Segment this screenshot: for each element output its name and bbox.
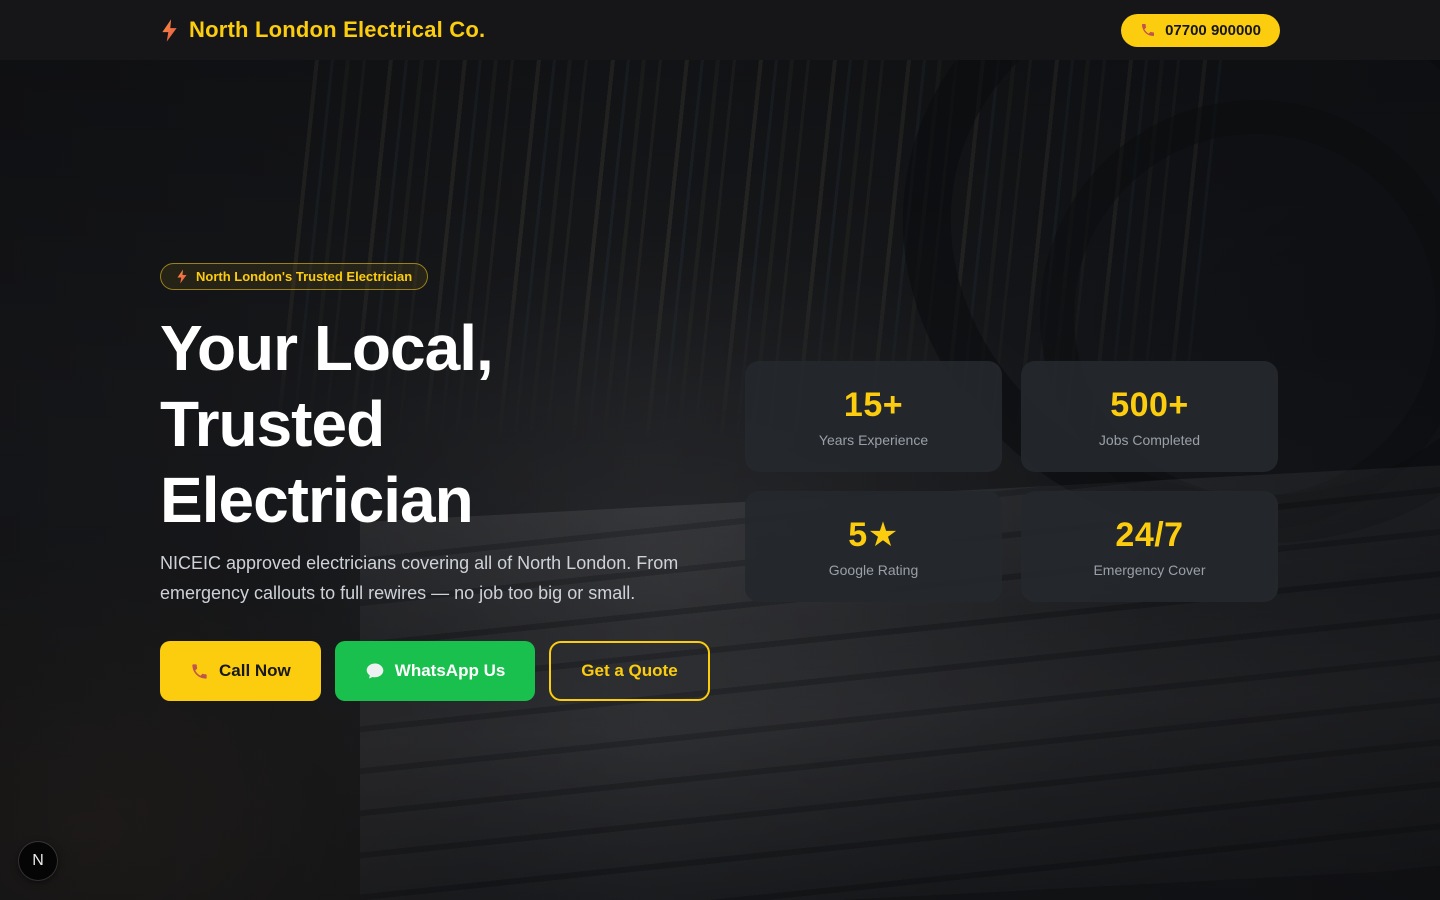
- stat-card-google-rating: 5★ Google Rating: [745, 491, 1002, 602]
- stat-label: Emergency Cover: [1093, 562, 1205, 578]
- header-phone-button[interactable]: 07700 900000: [1121, 14, 1280, 47]
- get-quote-label: Get a Quote: [581, 661, 677, 681]
- stat-value: 5★: [848, 515, 898, 555]
- top-nav: North London Electrical Co. 07700 900000: [0, 0, 1440, 60]
- stat-value: 15+: [844, 386, 903, 425]
- whatsapp-label: WhatsApp Us: [395, 661, 506, 681]
- lightning-bolt-icon: [160, 17, 179, 44]
- hero-section: North London's Trusted Electrician Your …: [0, 60, 1440, 900]
- brand-title: North London Electrical Co.: [189, 17, 485, 43]
- lightning-bolt-icon: [176, 268, 188, 285]
- call-now-label: Call Now: [219, 661, 291, 681]
- phone-icon: [1140, 22, 1156, 38]
- call-now-button[interactable]: Call Now: [160, 641, 321, 701]
- stat-label: Google Rating: [829, 562, 919, 578]
- page-title-line: Electrician: [160, 462, 493, 538]
- phone-icon: [190, 662, 209, 681]
- stat-card-years-experience: 15+ Years Experience: [745, 361, 1002, 472]
- trust-badge: North London's Trusted Electrician: [160, 263, 428, 290]
- hero-description: NICEIC approved electricians covering al…: [160, 548, 708, 608]
- trust-badge-label: North London's Trusted Electrician: [196, 269, 412, 284]
- page-title-line: Trusted: [160, 386, 493, 462]
- stat-value: 500+: [1110, 386, 1189, 425]
- stat-label: Years Experience: [819, 432, 928, 448]
- cta-button-row: Call Now WhatsApp Us Get a Quote: [160, 641, 710, 701]
- stats-grid: 15+ Years Experience 500+ Jobs Completed…: [745, 361, 1278, 602]
- get-quote-button[interactable]: Get a Quote: [549, 641, 709, 701]
- header-phone-label: 07700 900000: [1165, 22, 1261, 39]
- stat-value: 24/7: [1115, 516, 1183, 555]
- stat-card-emergency-cover: 24/7 Emergency Cover: [1021, 491, 1278, 602]
- nextjs-dev-badge[interactable]: N: [19, 842, 57, 880]
- page-title: Your Local, Trusted Electrician: [160, 310, 493, 538]
- stat-label: Jobs Completed: [1099, 432, 1200, 448]
- stat-card-jobs-completed: 500+ Jobs Completed: [1021, 361, 1278, 472]
- page-title-line: Your Local,: [160, 310, 493, 386]
- chat-bubble-icon: [365, 661, 385, 681]
- brand: North London Electrical Co.: [160, 17, 485, 44]
- whatsapp-button[interactable]: WhatsApp Us: [335, 641, 536, 701]
